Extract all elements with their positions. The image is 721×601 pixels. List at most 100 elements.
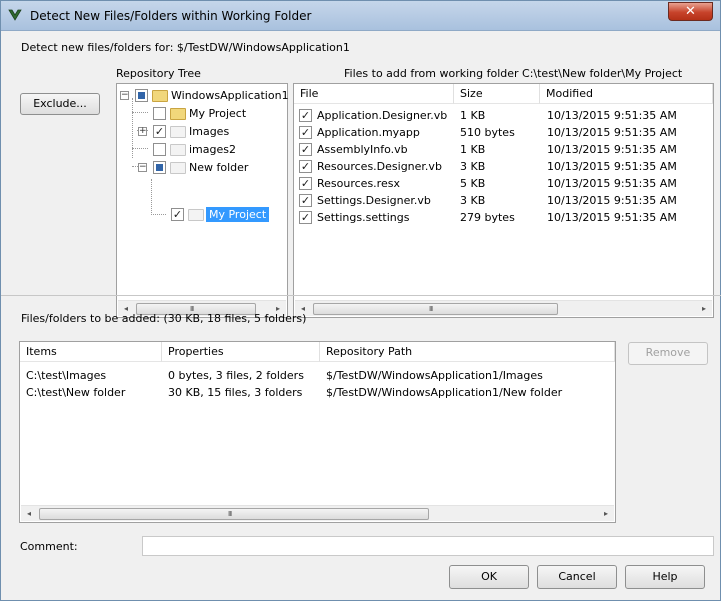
tree-checkbox[interactable] bbox=[153, 107, 166, 120]
file-row[interactable]: ✓ Application.myapp 510 bytes 10/13/2015… bbox=[299, 124, 709, 141]
files-to-add-list[interactable]: File Size Modified ✓ Application.Designe… bbox=[293, 83, 714, 318]
to-be-added-list[interactable]: Items Properties Repository Path C:\test… bbox=[19, 341, 616, 523]
file-row[interactable]: ✓ Resources.Designer.vb 3 KB 10/13/2015 … bbox=[299, 158, 709, 175]
tree-node-images[interactable]: + ✓ Images bbox=[120, 123, 285, 141]
repository-tree[interactable]: − WindowsApplication1 My Project + ✓ Ima… bbox=[116, 83, 289, 318]
file-checkbox[interactable]: ✓ bbox=[299, 143, 312, 156]
file-size: 510 bytes bbox=[460, 126, 515, 139]
file-name: AssemblyInfo.vb bbox=[317, 143, 408, 156]
column-header-repository-path[interactable]: Repository Path bbox=[320, 342, 615, 362]
tree-checkbox[interactable] bbox=[153, 161, 166, 174]
file-name: Settings.Designer.vb bbox=[317, 194, 431, 207]
close-icon: ✕ bbox=[685, 4, 696, 19]
column-header-size[interactable]: Size bbox=[454, 84, 540, 104]
column-header-properties[interactable]: Properties bbox=[162, 342, 320, 362]
file-name: Resources.Designer.vb bbox=[317, 160, 442, 173]
file-row[interactable]: ✓ AssemblyInfo.vb 1 KB 10/13/2015 9:51:3… bbox=[299, 141, 709, 158]
file-name: Application.myapp bbox=[317, 126, 420, 139]
splitter-divider[interactable] bbox=[1, 295, 721, 296]
file-checkbox[interactable]: ✓ bbox=[299, 126, 312, 139]
file-size: 3 KB bbox=[460, 194, 486, 207]
grip-icon: III bbox=[228, 510, 232, 518]
scroll-thumb[interactable]: III bbox=[39, 508, 429, 520]
file-modified: 10/13/2015 9:51:35 AM bbox=[547, 109, 677, 122]
comment-input[interactable] bbox=[142, 536, 714, 556]
collapse-icon[interactable]: − bbox=[138, 163, 147, 172]
tree-node-label: Images bbox=[189, 125, 230, 138]
tree-node-label: New folder bbox=[189, 161, 249, 174]
tree-node-new-folder[interactable]: − New folder bbox=[120, 159, 285, 177]
tree-node-label: My Project bbox=[189, 107, 247, 120]
file-checkbox[interactable]: ✓ bbox=[299, 160, 312, 173]
column-header-items[interactable]: Items bbox=[20, 342, 162, 362]
ok-button[interactable]: OK bbox=[449, 565, 529, 589]
tree-node-label: images2 bbox=[189, 143, 236, 156]
tree-checkbox[interactable]: ✓ bbox=[171, 208, 184, 221]
detect-for-label: Detect new files/folders for: $/TestDW/W… bbox=[21, 41, 350, 54]
close-button[interactable]: ✕ bbox=[668, 2, 713, 21]
scroll-thumb[interactable]: III bbox=[313, 303, 558, 315]
file-size: 279 bytes bbox=[460, 211, 515, 224]
file-size: 5 KB bbox=[460, 177, 486, 190]
collapse-icon[interactable]: − bbox=[120, 91, 129, 100]
folder-icon bbox=[170, 144, 186, 156]
file-checkbox[interactable]: ✓ bbox=[299, 211, 312, 224]
tree-node-my-project-selected[interactable]: ✓ My Project bbox=[120, 206, 285, 224]
added-item: C:\test\New folder bbox=[26, 386, 126, 399]
folder-icon bbox=[170, 162, 186, 174]
scroll-right-arrow-icon[interactable]: ▸ bbox=[601, 509, 611, 519]
help-button[interactable]: Help bbox=[625, 565, 705, 589]
added-row[interactable]: C:\test\Images 0 bytes, 3 files, 2 folde… bbox=[26, 367, 611, 384]
app-logo-icon bbox=[8, 9, 22, 21]
scroll-left-arrow-icon[interactable]: ◂ bbox=[24, 509, 34, 519]
folder-icon bbox=[170, 126, 186, 138]
expand-icon[interactable]: + bbox=[138, 127, 147, 136]
tree-node-images2[interactable]: images2 bbox=[120, 141, 285, 159]
column-header-modified[interactable]: Modified bbox=[540, 84, 713, 104]
tree-node-label: My Project bbox=[206, 207, 270, 222]
file-row[interactable]: ✓ Resources.resx 5 KB 10/13/2015 9:51:35… bbox=[299, 175, 709, 192]
file-modified: 10/13/2015 9:51:35 AM bbox=[547, 160, 677, 173]
remove-button[interactable]: Remove bbox=[628, 342, 708, 365]
file-checkbox[interactable]: ✓ bbox=[299, 177, 312, 190]
file-modified: 10/13/2015 9:51:35 AM bbox=[547, 211, 677, 224]
file-modified: 10/13/2015 9:51:35 AM bbox=[547, 143, 677, 156]
tree-checkbox[interactable]: ✓ bbox=[153, 125, 166, 138]
file-size: 3 KB bbox=[460, 160, 486, 173]
tree-node-windowsapplication1[interactable]: − WindowsApplication1 bbox=[120, 87, 289, 105]
title-bar[interactable]: Detect New Files/Folders within Working … bbox=[1, 1, 720, 31]
column-header-file[interactable]: File bbox=[294, 84, 454, 104]
file-modified: 10/13/2015 9:51:35 AM bbox=[547, 126, 677, 139]
tree-node-my-project[interactable]: My Project bbox=[120, 105, 285, 123]
dialog-content: Detect new files/folders for: $/TestDW/W… bbox=[1, 31, 721, 594]
comment-label: Comment: bbox=[20, 540, 78, 553]
folder-icon bbox=[188, 209, 204, 221]
files-horizontal-scrollbar[interactable]: ◂ III ▸ bbox=[295, 300, 712, 316]
scroll-right-arrow-icon[interactable]: ▸ bbox=[699, 304, 709, 314]
file-row[interactable]: ✓ Application.Designer.vb 1 KB 10/13/201… bbox=[299, 107, 709, 124]
file-name: Resources.resx bbox=[317, 177, 400, 190]
added-path: $/TestDW/WindowsApplication1/Images bbox=[326, 369, 543, 382]
added-properties: 0 bytes, 3 files, 2 folders bbox=[168, 369, 304, 382]
window-title: Detect New Files/Folders within Working … bbox=[30, 9, 312, 23]
file-checkbox[interactable]: ✓ bbox=[299, 194, 312, 207]
file-size: 1 KB bbox=[460, 109, 486, 122]
file-row[interactable]: ✓ Settings.settings 279 bytes 10/13/2015… bbox=[299, 209, 709, 226]
file-name: Settings.settings bbox=[317, 211, 410, 224]
file-row[interactable]: ✓ Settings.Designer.vb 3 KB 10/13/2015 9… bbox=[299, 192, 709, 209]
added-properties: 30 KB, 15 files, 3 folders bbox=[168, 386, 303, 399]
tree-checkbox[interactable] bbox=[135, 89, 148, 102]
file-modified: 10/13/2015 9:51:35 AM bbox=[547, 194, 677, 207]
exclude-button[interactable]: Exclude... bbox=[20, 93, 100, 115]
cancel-button[interactable]: Cancel bbox=[537, 565, 617, 589]
folder-icon bbox=[152, 90, 168, 102]
added-horizontal-scrollbar[interactable]: ◂ III ▸ bbox=[21, 505, 614, 521]
tree-checkbox[interactable] bbox=[153, 143, 166, 156]
repository-tree-title: Repository Tree bbox=[116, 67, 201, 80]
added-row[interactable]: C:\test\New folder 30 KB, 15 files, 3 fo… bbox=[26, 384, 611, 401]
file-size: 1 KB bbox=[460, 143, 486, 156]
dialog-window: Detect New Files/Folders within Working … bbox=[0, 0, 721, 601]
file-checkbox[interactable]: ✓ bbox=[299, 109, 312, 122]
to-be-added-summary: Files/folders to be added: (30 KB, 18 fi… bbox=[21, 312, 307, 325]
folder-icon bbox=[170, 108, 186, 120]
